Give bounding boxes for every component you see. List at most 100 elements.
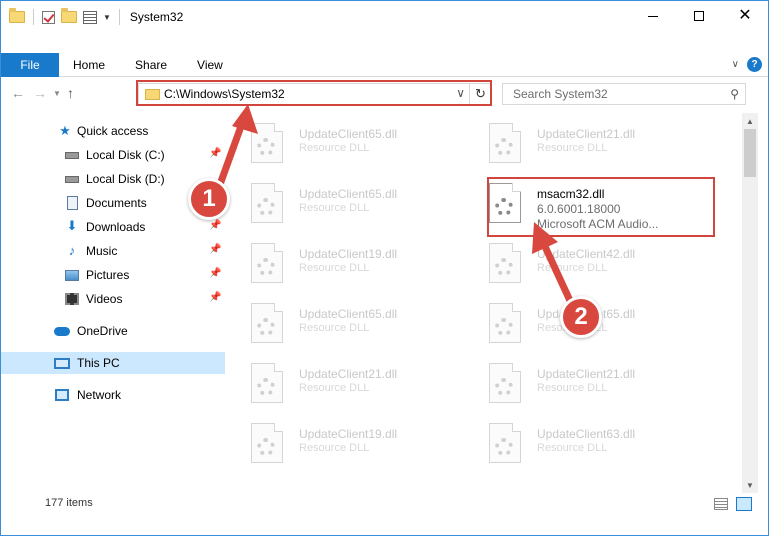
sidebar-item-label: Local Disk (C:) <box>86 148 165 162</box>
sidebar-item-label: Quick access <box>77 124 149 138</box>
drive-icon <box>64 148 80 162</box>
file-type: Resource DLL <box>537 262 608 274</box>
file-tile[interactable]: UpdateClient19.dll Resource DLL <box>237 417 457 477</box>
scroll-down-icon[interactable]: ▼ <box>742 477 758 493</box>
file-type: Resource DLL <box>299 142 370 154</box>
window-title: System32 <box>129 10 184 24</box>
tab-share[interactable]: Share <box>120 53 182 77</box>
details-view-icon[interactable] <box>714 498 728 510</box>
sidebar-item-this-pc[interactable]: This PC <box>1 352 225 374</box>
sidebar-item-network[interactable]: Network <box>1 384 225 406</box>
pin-icon[interactable]: 📌 <box>209 244 221 255</box>
pin-icon[interactable]: 📌 <box>209 220 221 231</box>
dll-file-icon <box>251 183 283 223</box>
properties-list-icon[interactable] <box>83 10 97 24</box>
dll-file-icon <box>251 243 283 283</box>
sidebar-item-local-disk-c[interactable]: Local Disk (C:) 📌 <box>1 144 225 166</box>
close-button[interactable]: ✕ <box>722 1 768 31</box>
scroll-thumb[interactable] <box>744 129 756 177</box>
videos-icon <box>64 292 80 306</box>
sidebar-item-label: Pictures <box>86 268 130 282</box>
file-type: Resource DLL <box>537 382 608 394</box>
file-tile[interactable]: UpdateClient63.dll Resource DLL <box>475 417 695 477</box>
ribbon-controls: ∨ ? <box>732 57 762 72</box>
drive-icon <box>64 172 80 186</box>
recent-locations-chevron-icon[interactable]: ▼ <box>53 89 61 98</box>
address-highlight-box <box>136 80 492 106</box>
file-name: UpdateClient63.dll <box>537 427 636 441</box>
file-tile[interactable]: UpdateClient42.dll Resource DLL <box>475 237 695 297</box>
close-icon: ✕ <box>738 7 752 24</box>
folder-icon <box>9 8 25 23</box>
new-folder-icon[interactable] <box>61 8 77 23</box>
tab-view[interactable]: View <box>182 53 238 77</box>
file-tile[interactable]: UpdateClient19.dll Resource DLL <box>237 237 457 297</box>
dll-file-icon <box>489 243 521 283</box>
file-type: Resource DLL <box>299 442 370 454</box>
file-tile[interactable]: UpdateClient65.dll Resource DLL <box>237 297 457 357</box>
minimize-icon <box>648 15 658 17</box>
forward-arrow-icon[interactable]: → <box>33 85 47 101</box>
sidebar-item-downloads[interactable]: ⬇ Downloads 📌 <box>1 216 225 238</box>
step-1-badge: 1 <box>188 178 230 220</box>
ribbon: File Home Share View ∨ ? <box>1 53 768 77</box>
tab-file[interactable]: File <box>1 53 59 77</box>
dll-file-icon <box>251 363 283 403</box>
documents-icon <box>64 196 80 210</box>
sidebar-item-videos[interactable]: Videos 📌 <box>1 288 225 310</box>
tab-home[interactable]: Home <box>59 53 120 77</box>
file-name: UpdateClient65.dll <box>299 127 398 141</box>
sidebar-item-pictures[interactable]: Pictures 📌 <box>1 264 225 286</box>
network-icon <box>54 388 70 402</box>
file-tile[interactable]: UpdateClient21.dll Resource DLL <box>237 357 457 417</box>
dll-file-icon <box>489 363 521 403</box>
dll-file-icon <box>489 303 521 343</box>
file-type: Resource DLL <box>299 382 370 394</box>
sidebar-item-onedrive[interactable]: OneDrive <box>1 320 225 342</box>
quick-access-toolbar: ▼ System32 <box>9 7 183 27</box>
pin-icon[interactable]: 📌 <box>209 268 221 279</box>
search-input[interactable]: Search System32 ⚲ <box>502 83 746 105</box>
ribbon-tabs: File Home Share View <box>1 53 238 77</box>
file-tile[interactable]: UpdateClient65.dll Resource DLL <box>237 117 457 177</box>
search-icon[interactable]: ⚲ <box>730 87 739 101</box>
pin-icon[interactable]: 📌 <box>209 148 221 159</box>
up-arrow-icon[interactable]: ↑ <box>67 85 74 101</box>
file-type: Resource DLL <box>537 442 608 454</box>
title-bar: ▼ System32 ✕ <box>1 1 768 31</box>
sidebar-item-label: Music <box>86 244 118 258</box>
step-2-badge: 2 <box>560 296 602 338</box>
maximize-button[interactable] <box>676 1 722 31</box>
music-icon: ♪ <box>68 242 76 258</box>
dll-file-icon <box>251 123 283 163</box>
file-tile[interactable]: UpdateClient21.dll Resource DLL <box>475 357 695 417</box>
this-pc-icon <box>54 356 70 370</box>
sidebar-item-music[interactable]: ♪ Music 📌 <box>1 240 225 262</box>
customize-toolbar-chevron-icon[interactable]: ▼ <box>103 13 111 22</box>
properties-check-icon[interactable] <box>42 10 55 24</box>
file-tile[interactable]: UpdateClient65.dll Resource DLL <box>237 177 457 237</box>
pictures-icon <box>64 268 80 282</box>
toolbar-divider <box>33 9 34 25</box>
pin-icon[interactable]: 📌 <box>209 292 221 303</box>
file-name: UpdateClient21.dll <box>537 367 636 381</box>
file-type: Resource DLL <box>537 142 608 154</box>
dll-file-icon <box>489 423 521 463</box>
sidebar-item-label: OneDrive <box>77 324 128 338</box>
file-name: UpdateClient21.dll <box>299 367 398 381</box>
sidebar-item-label: Videos <box>86 292 123 306</box>
back-arrow-icon[interactable]: ← <box>11 85 25 101</box>
vertical-scrollbar[interactable]: ▲ ▼ <box>742 113 758 493</box>
help-icon[interactable]: ? <box>747 57 762 72</box>
minimize-button[interactable] <box>630 1 676 31</box>
search-placeholder: Search System32 <box>513 87 608 101</box>
scroll-up-icon[interactable]: ▲ <box>742 113 758 129</box>
file-name: UpdateClient21.dll <box>537 127 636 141</box>
sidebar-item-quick-access[interactable]: ★ Quick access <box>1 120 225 142</box>
dll-file-icon <box>251 303 283 343</box>
file-tile[interactable]: UpdateClient21.dll Resource DLL <box>475 117 695 177</box>
sidebar-item-label: This PC <box>77 356 120 370</box>
tiles-view-icon[interactable] <box>736 497 752 511</box>
title-divider <box>118 9 120 25</box>
expand-ribbon-chevron-icon[interactable]: ∨ <box>732 59 739 70</box>
